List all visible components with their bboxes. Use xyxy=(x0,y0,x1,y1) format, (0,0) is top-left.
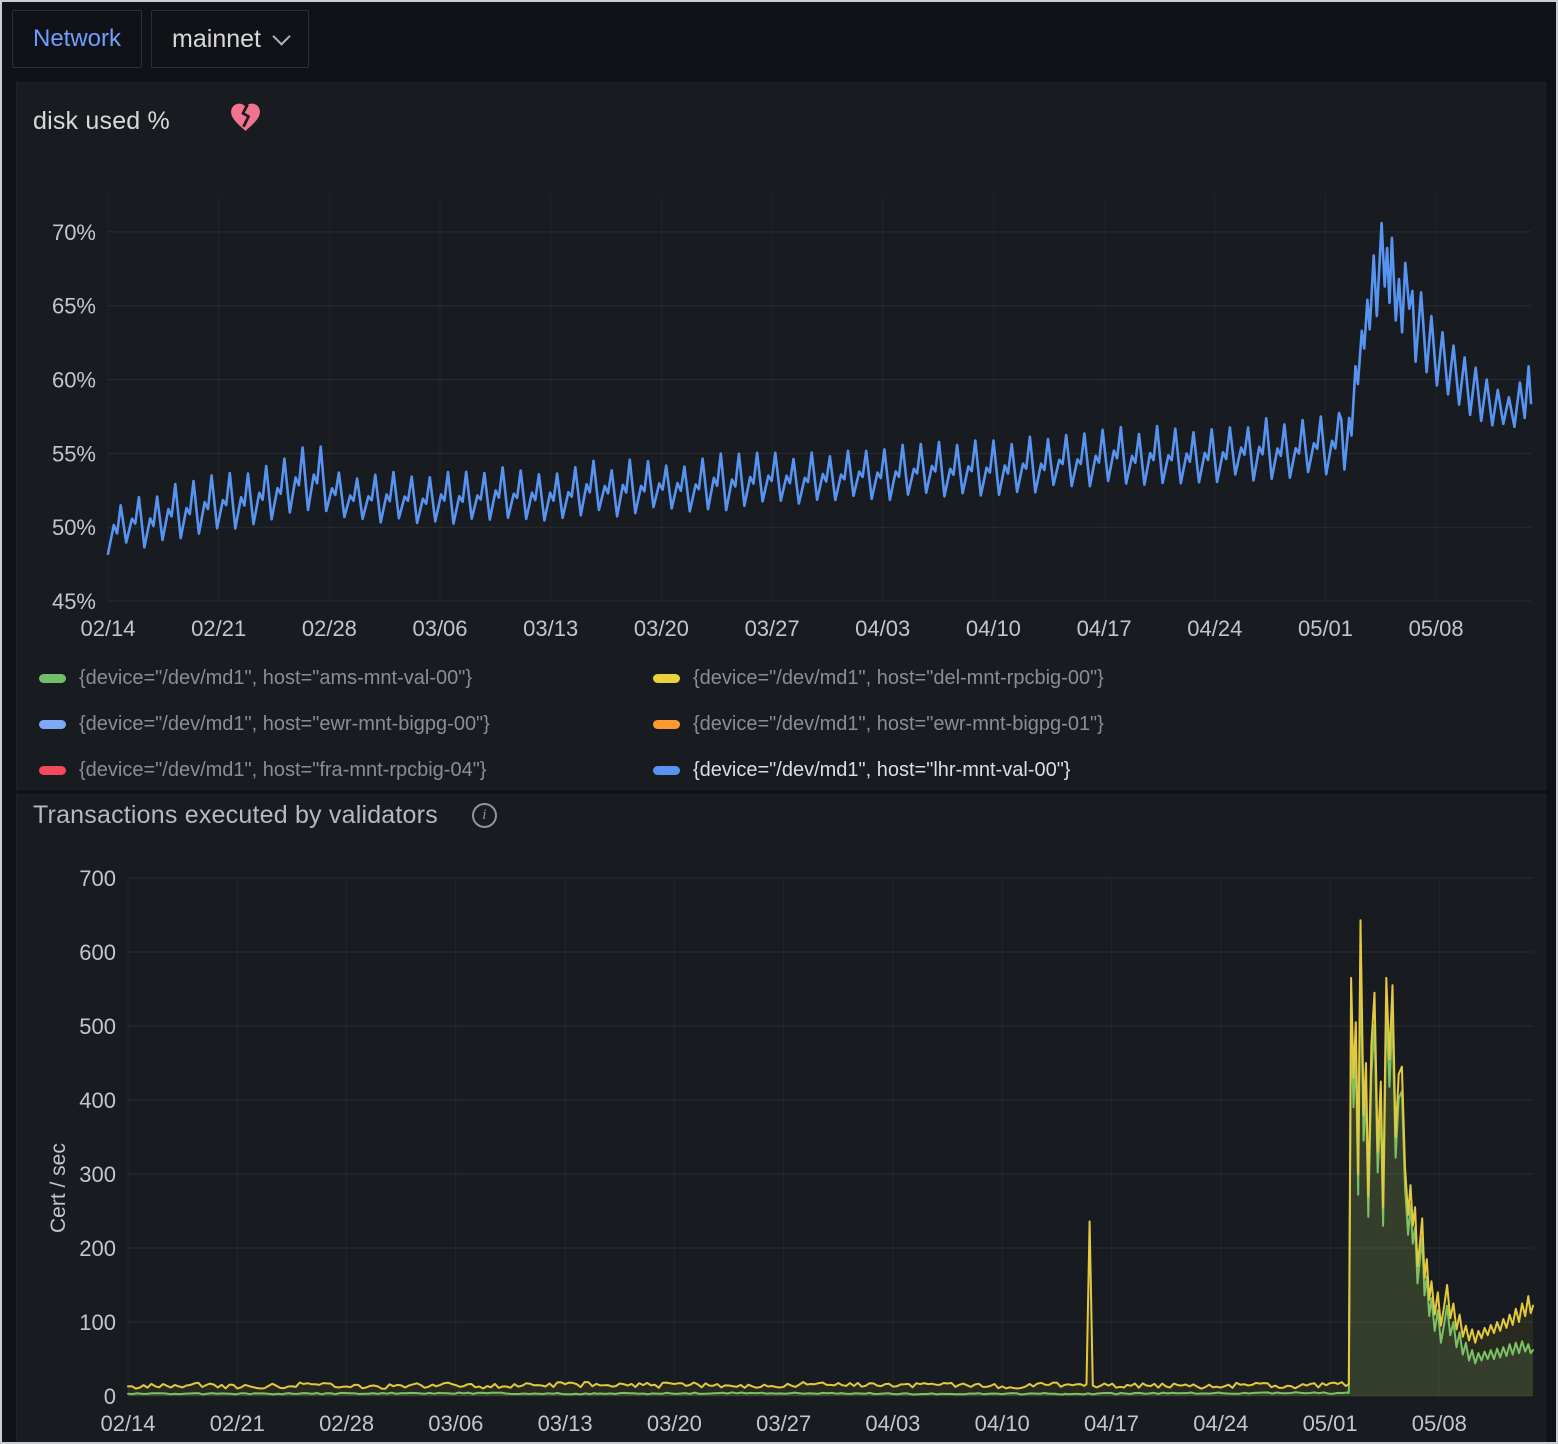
variables-toolbar: Network mainnet xyxy=(12,10,309,68)
legend-item-ewr-mnt-bigpg-00[interactable]: {device="/dev/md1", host="ewr-mnt-bigpg-… xyxy=(39,701,653,747)
svg-text:04/17: 04/17 xyxy=(1077,616,1132,641)
svg-text:45%: 45% xyxy=(52,589,96,614)
series-color-swatch xyxy=(653,720,680,729)
svg-text:05/08: 05/08 xyxy=(1412,1411,1467,1436)
disk-used-chart[interactable]: 45% 50% 55% 60% 65% 70% 02/14 02/21 02/28 03/06 03… xyxy=(17,83,1547,653)
svg-text:04/10: 04/10 xyxy=(966,616,1021,641)
disk-used-legend: {device="/dev/md1", host="ams-mnt-val-00… xyxy=(39,655,1535,793)
svg-text:04/10: 04/10 xyxy=(975,1411,1030,1436)
svg-text:03/06: 03/06 xyxy=(412,616,467,641)
legend-item-label[interactable]: {device="/dev/md1", host="ewr-mnt-bigpg-… xyxy=(693,713,1104,736)
svg-text:03/27: 03/27 xyxy=(745,616,800,641)
legend-item-label[interactable]: {device="/dev/md1", host="fra-mnt-rpcbig… xyxy=(79,759,487,782)
dashboard-page: Network mainnet disk used % 45%50%55%60%… xyxy=(0,0,1558,1444)
svg-text:04/24: 04/24 xyxy=(1193,1411,1248,1436)
legend-item-label[interactable]: {device="/dev/md1", host="del-mnt-rpcbig… xyxy=(693,667,1104,690)
svg-text:700: 700 xyxy=(79,866,116,891)
svg-text:65%: 65% xyxy=(52,294,96,319)
series-color-swatch xyxy=(39,720,66,729)
svg-text:02/28: 02/28 xyxy=(302,616,357,641)
svg-text:04/24: 04/24 xyxy=(1187,616,1242,641)
svg-text:03/27: 03/27 xyxy=(756,1411,811,1436)
svg-text:50%: 50% xyxy=(52,515,96,540)
svg-text:0: 0 xyxy=(104,1384,116,1409)
legend-item-del-mnt-rpcbig-00[interactable]: {device="/dev/md1", host="del-mnt-rpcbig… xyxy=(653,655,1535,701)
svg-text:05/08: 05/08 xyxy=(1409,616,1464,641)
legend-item-fra-mnt-rpcbig-04[interactable]: {device="/dev/md1", host="fra-mnt-rpcbig… xyxy=(39,747,653,793)
panel-disk-used: disk used % 45%50%55%60%65%70%02/1402/21… xyxy=(16,82,1546,790)
svg-text:300: 300 xyxy=(79,1162,116,1187)
svg-text:02/21: 02/21 xyxy=(210,1411,265,1436)
svg-text:500: 500 xyxy=(79,1014,116,1039)
svg-text:03/13: 03/13 xyxy=(538,1411,593,1436)
svg-text:04/03: 04/03 xyxy=(855,616,910,641)
svg-text:55%: 55% xyxy=(52,441,96,466)
series-color-swatch xyxy=(39,766,66,775)
legend-item-label[interactable]: {device="/dev/md1", host="ewr-mnt-bigpg-… xyxy=(79,713,490,736)
svg-text:02/28: 02/28 xyxy=(319,1411,374,1436)
svg-text:200: 200 xyxy=(79,1236,116,1261)
series-color-swatch xyxy=(653,674,680,683)
chevron-down-icon xyxy=(272,27,290,45)
svg-text:03/20: 03/20 xyxy=(647,1411,702,1436)
svg-text:05/01: 05/01 xyxy=(1298,616,1353,641)
network-variable-dropdown[interactable]: mainnet xyxy=(151,10,309,68)
legend-item-lhr-mnt-val-00[interactable]: {device="/dev/md1", host="lhr-mnt-val-00… xyxy=(653,747,1535,793)
variable-value[interactable]: mainnet xyxy=(172,25,261,54)
legend-item-label[interactable]: {device="/dev/md1", host="ams-mnt-val-00… xyxy=(79,667,472,690)
panel-transactions: Transactions executed by validators i Ce… xyxy=(16,794,1546,1444)
legend-item-ewr-mnt-bigpg-01[interactable]: {device="/dev/md1", host="ewr-mnt-bigpg-… xyxy=(653,701,1535,747)
svg-text:70%: 70% xyxy=(52,220,96,245)
svg-text:600: 600 xyxy=(79,940,116,965)
svg-text:100: 100 xyxy=(79,1310,116,1335)
svg-text:03/13: 03/13 xyxy=(523,616,578,641)
legend-item-label[interactable]: {device="/dev/md1", host="lhr-mnt-val-00… xyxy=(693,759,1070,782)
legend-item-ams-mnt-val-00[interactable]: {device="/dev/md1", host="ams-mnt-val-00… xyxy=(39,655,653,701)
series-color-swatch xyxy=(39,674,66,683)
svg-text:02/21: 02/21 xyxy=(191,616,246,641)
variable-label-box: Network xyxy=(12,10,142,68)
svg-text:02/14: 02/14 xyxy=(80,616,135,641)
svg-text:05/01: 05/01 xyxy=(1303,1411,1358,1436)
transactions-chart[interactable]: 0 100 200 300 400 500 600 700 02/14 02/21 02/28 03/… xyxy=(17,795,1547,1444)
svg-text:03/06: 03/06 xyxy=(428,1411,483,1436)
svg-text:60%: 60% xyxy=(52,368,96,393)
svg-text:04/17: 04/17 xyxy=(1084,1411,1139,1436)
svg-text:02/14: 02/14 xyxy=(100,1411,155,1436)
svg-text:04/03: 04/03 xyxy=(865,1411,920,1436)
svg-text:03/20: 03/20 xyxy=(634,616,689,641)
svg-text:400: 400 xyxy=(79,1088,116,1113)
series-color-swatch xyxy=(653,766,680,775)
variable-label: Network xyxy=(33,25,121,53)
